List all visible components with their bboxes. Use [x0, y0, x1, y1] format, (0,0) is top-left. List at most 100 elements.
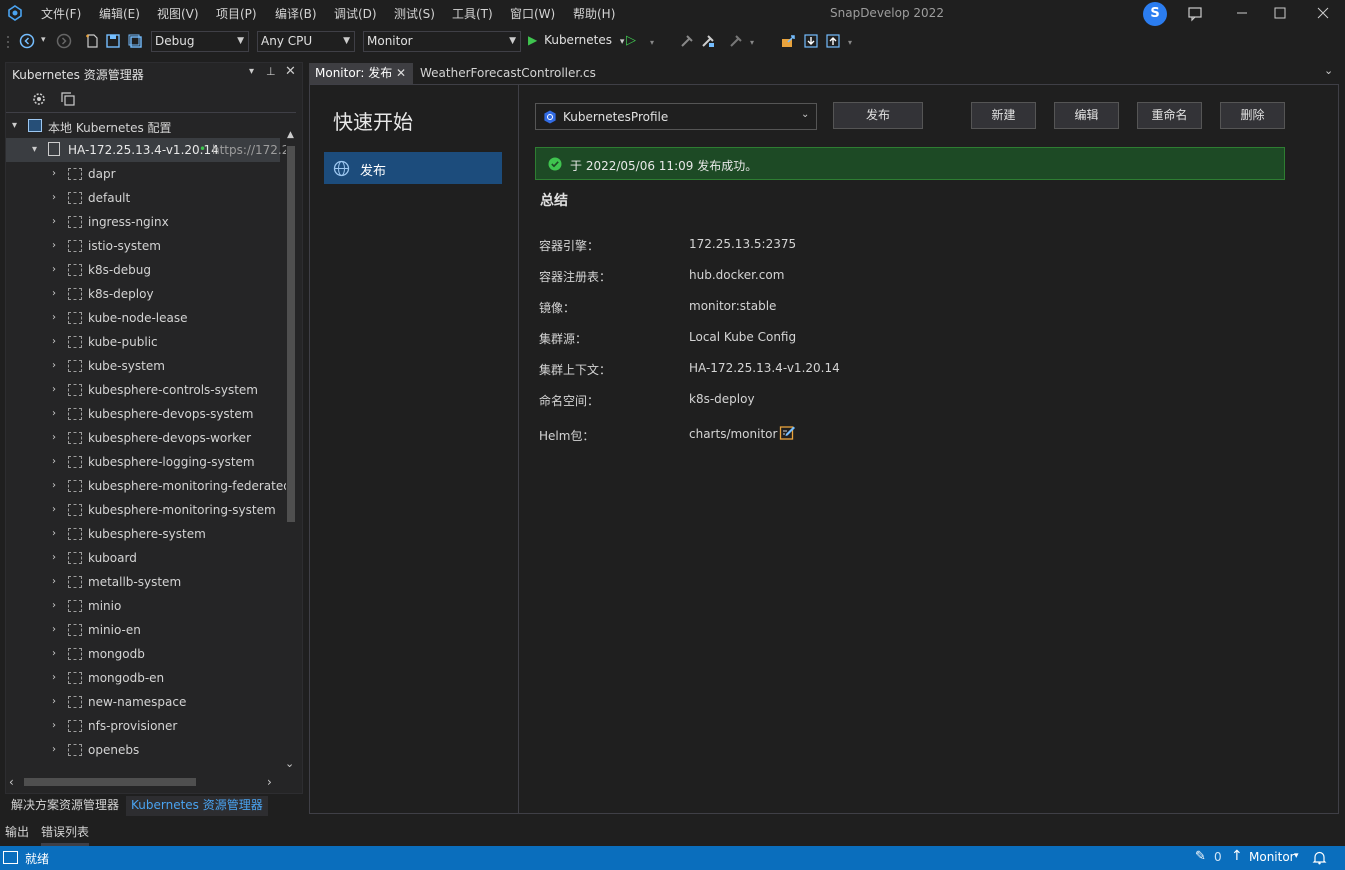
- forward-icon[interactable]: [56, 33, 72, 49]
- tree-namespace-item[interactable]: › ingress-nginx: [6, 210, 286, 234]
- tree-namespace-item[interactable]: › metallb-system: [6, 570, 286, 594]
- tree-root-local-kube-config[interactable]: ▾ 本地 Kubernetes 配置: [6, 114, 286, 138]
- menu-debug[interactable]: 调试(D): [334, 5, 377, 22]
- save-icon[interactable]: [105, 33, 121, 49]
- menu-view[interactable]: 视图(V): [157, 5, 199, 22]
- chevron-down-icon[interactable]: ▾: [750, 38, 754, 47]
- chevron-right-icon[interactable]: ›: [52, 264, 56, 275]
- chevron-right-icon[interactable]: ›: [52, 384, 56, 395]
- maximize-icon[interactable]: [1270, 4, 1290, 22]
- back-dropdown-icon[interactable]: ▾: [41, 35, 46, 45]
- publish-icon[interactable]: [780, 33, 796, 49]
- chevron-right-icon[interactable]: ›: [52, 360, 56, 371]
- tree-namespace-item[interactable]: › nfs-provisioner: [6, 714, 286, 738]
- tab-list-dropdown-icon[interactable]: ⌄: [1324, 64, 1333, 77]
- chevron-right-icon[interactable]: ›: [52, 432, 56, 443]
- tree-namespace-item[interactable]: › k8s-debug: [6, 258, 286, 282]
- back-icon[interactable]: [19, 33, 35, 49]
- chevron-down-icon[interactable]: ▾: [650, 38, 654, 47]
- tree-namespace-item[interactable]: › minio-en: [6, 618, 286, 642]
- download-icon[interactable]: [803, 33, 819, 49]
- save-all-icon[interactable]: [127, 33, 143, 49]
- delete-profile-button[interactable]: 删除: [1220, 102, 1285, 129]
- collapse-all-icon[interactable]: [60, 91, 76, 107]
- tree-namespace-item[interactable]: › k8s-deploy: [6, 282, 286, 306]
- chevron-right-icon[interactable]: ›: [52, 576, 56, 587]
- chevron-right-icon[interactable]: ›: [52, 600, 56, 611]
- chevron-right-icon[interactable]: ›: [52, 408, 56, 419]
- menu-project[interactable]: 项目(P): [216, 5, 257, 22]
- panel-close-icon[interactable]: ✕: [285, 64, 296, 79]
- chevron-down-icon[interactable]: ▾: [848, 38, 852, 47]
- scroll-up-icon[interactable]: ▲: [287, 130, 294, 140]
- scroll-down-icon[interactable]: ⌄: [285, 757, 294, 770]
- menu-build[interactable]: 编译(B): [275, 5, 317, 22]
- new-profile-button[interactable]: 新建: [971, 102, 1036, 129]
- chevron-right-icon[interactable]: ›: [52, 552, 56, 563]
- menu-test[interactable]: 测试(S): [394, 5, 435, 22]
- chevron-right-icon[interactable]: ›: [52, 744, 56, 755]
- chevron-right-icon[interactable]: ›: [52, 528, 56, 539]
- tree-namespace-item[interactable]: › kubesphere-devops-worker: [6, 426, 286, 450]
- panel-menu-icon[interactable]: ▾: [249, 66, 254, 77]
- profile-select[interactable]: KubernetesProfile ⌄: [535, 103, 817, 130]
- edit-helm-icon[interactable]: [779, 424, 796, 441]
- kubernetes-settings-icon[interactable]: [30, 90, 48, 108]
- chevron-right-icon[interactable]: ›: [52, 648, 56, 659]
- chevron-down-icon[interactable]: ▾: [32, 144, 37, 155]
- chevron-right-icon[interactable]: ›: [52, 672, 56, 683]
- chevron-right-icon[interactable]: ›: [52, 504, 56, 515]
- tab-error-list[interactable]: 错误列表: [41, 823, 89, 846]
- rename-profile-button[interactable]: 重命名: [1137, 102, 1202, 129]
- tree-vertical-scroll-thumb[interactable]: [287, 146, 295, 522]
- arrow-up-icon[interactable]: ↑: [1231, 848, 1243, 864]
- build-icon[interactable]: [679, 33, 695, 49]
- tree-namespace-item[interactable]: › kubesphere-monitoring-system: [6, 498, 286, 522]
- scroll-left-icon[interactable]: ‹: [9, 775, 14, 789]
- tree-namespace-item[interactable]: › kubesphere-controls-system: [6, 378, 286, 402]
- chevron-right-icon[interactable]: ›: [52, 216, 56, 227]
- chevron-right-icon[interactable]: ›: [52, 624, 56, 635]
- chevron-down-icon[interactable]: ▾: [1294, 851, 1299, 861]
- tree-namespace-item[interactable]: › kube-public: [6, 330, 286, 354]
- menu-tools[interactable]: 工具(T): [452, 5, 493, 22]
- chevron-down-icon[interactable]: ▾: [12, 120, 17, 131]
- menu-help[interactable]: 帮助(H): [573, 5, 615, 22]
- tab-output[interactable]: 输出: [5, 823, 29, 840]
- tree-namespace-item[interactable]: › kube-system: [6, 354, 286, 378]
- tree-namespace-item[interactable]: › mongodb: [6, 642, 286, 666]
- status-branch[interactable]: Monitor: [1249, 850, 1295, 864]
- chevron-right-icon[interactable]: ›: [52, 720, 56, 731]
- tree-namespace-item[interactable]: › kubesphere-system: [6, 522, 286, 546]
- chevron-right-icon[interactable]: ›: [52, 168, 56, 179]
- tab-monitor-publish[interactable]: Monitor: 发布 ✕: [309, 63, 413, 85]
- tree-namespace-item[interactable]: › mongodb-en: [6, 666, 286, 690]
- tree-namespace-item[interactable]: › openebs: [6, 738, 286, 762]
- upload-icon[interactable]: [825, 33, 841, 49]
- edit-profile-button[interactable]: 编辑: [1054, 102, 1119, 129]
- pending-changes-count[interactable]: 0: [1214, 850, 1222, 864]
- chevron-right-icon[interactable]: ›: [52, 288, 56, 299]
- new-file-icon[interactable]: [84, 33, 100, 49]
- tree-horizontal-scroll-thumb[interactable]: [24, 778, 196, 786]
- menu-file[interactable]: 文件(F): [41, 5, 81, 22]
- tab-weatherforecast-controller[interactable]: WeatherForecastController.cs: [420, 63, 596, 84]
- clean-icon[interactable]: [728, 33, 744, 49]
- tree-cluster[interactable]: ▾ HA-172.25.13.4-v1.20.14 • https://172.…: [6, 138, 286, 162]
- menu-window[interactable]: 窗口(W): [510, 5, 555, 22]
- tree-namespace-item[interactable]: › dapr: [6, 162, 286, 186]
- tab-kubernetes-explorer[interactable]: Kubernetes 资源管理器: [126, 796, 268, 816]
- avatar[interactable]: S: [1143, 2, 1167, 26]
- nav-publish[interactable]: 发布: [324, 152, 502, 184]
- chevron-right-icon[interactable]: ›: [52, 192, 56, 203]
- publish-button[interactable]: 发布: [833, 102, 923, 129]
- tree-namespace-item[interactable]: › new-namespace: [6, 690, 286, 714]
- platform-select[interactable]: Any CPU ▼: [257, 31, 355, 52]
- tab-close-icon[interactable]: ✕: [396, 63, 406, 84]
- tree-namespace-item[interactable]: › kubesphere-devops-system: [6, 402, 286, 426]
- rebuild-icon[interactable]: [700, 33, 716, 49]
- tree-namespace-item[interactable]: › istio-system: [6, 234, 286, 258]
- chevron-right-icon[interactable]: ›: [52, 312, 56, 323]
- tree-namespace-item[interactable]: › minio: [6, 594, 286, 618]
- tab-solution-explorer[interactable]: 解决方案资源管理器: [6, 796, 124, 816]
